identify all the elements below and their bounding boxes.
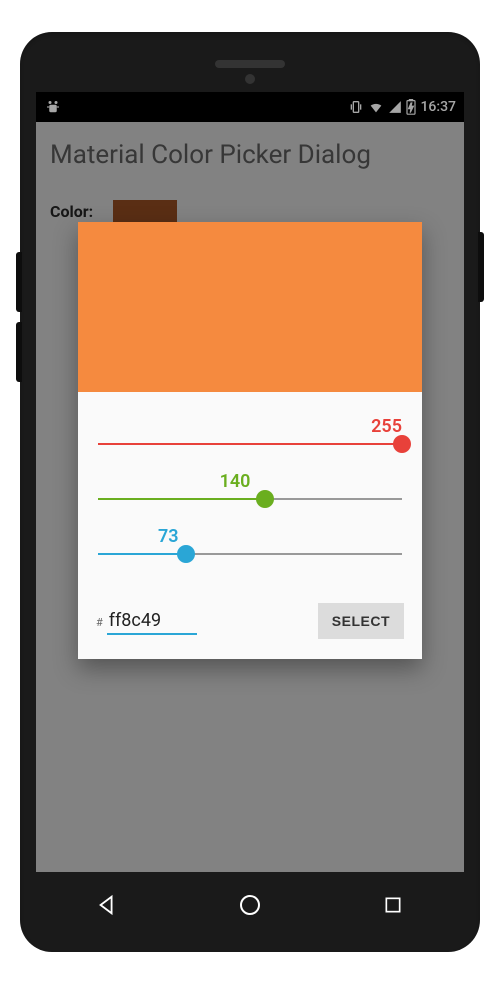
volume-up-button — [16, 252, 22, 312]
green-thumb[interactable] — [256, 490, 274, 508]
color-picker-dialog: 255 140 73 — [78, 222, 422, 659]
red-slider-row: 255 — [98, 416, 402, 445]
home-button[interactable] — [236, 891, 264, 919]
green-slider-row: 140 — [98, 471, 402, 500]
hex-input[interactable] — [107, 608, 197, 635]
front-camera — [245, 74, 255, 84]
volume-down-button — [16, 322, 22, 382]
green-value: 140 — [68, 471, 402, 492]
sliders-container: 255 140 73 — [78, 392, 422, 593]
navigation-bar — [36, 880, 464, 930]
red-value: 255 — [98, 416, 402, 437]
power-button — [478, 232, 484, 302]
hex-field-wrap: # — [96, 608, 197, 635]
blue-slider-row: 73 — [98, 526, 402, 555]
blue-thumb[interactable] — [177, 545, 195, 563]
green-slider[interactable] — [98, 498, 402, 500]
dialog-footer: # SELECT — [78, 593, 422, 659]
blue-value: 73 — [98, 526, 402, 547]
color-preview — [78, 222, 422, 392]
select-button[interactable]: SELECT — [318, 603, 404, 639]
hex-prefix: # — [96, 616, 103, 629]
screen: 16:37 Material Color Picker Dialog Color… — [36, 92, 464, 872]
back-button[interactable] — [93, 891, 121, 919]
speaker-grille — [215, 60, 285, 68]
blue-slider[interactable] — [98, 553, 402, 555]
recent-apps-button[interactable] — [379, 891, 407, 919]
device-frame: 16:37 Material Color Picker Dialog Color… — [20, 32, 480, 952]
red-slider[interactable] — [98, 443, 402, 445]
red-thumb[interactable] — [393, 435, 411, 453]
